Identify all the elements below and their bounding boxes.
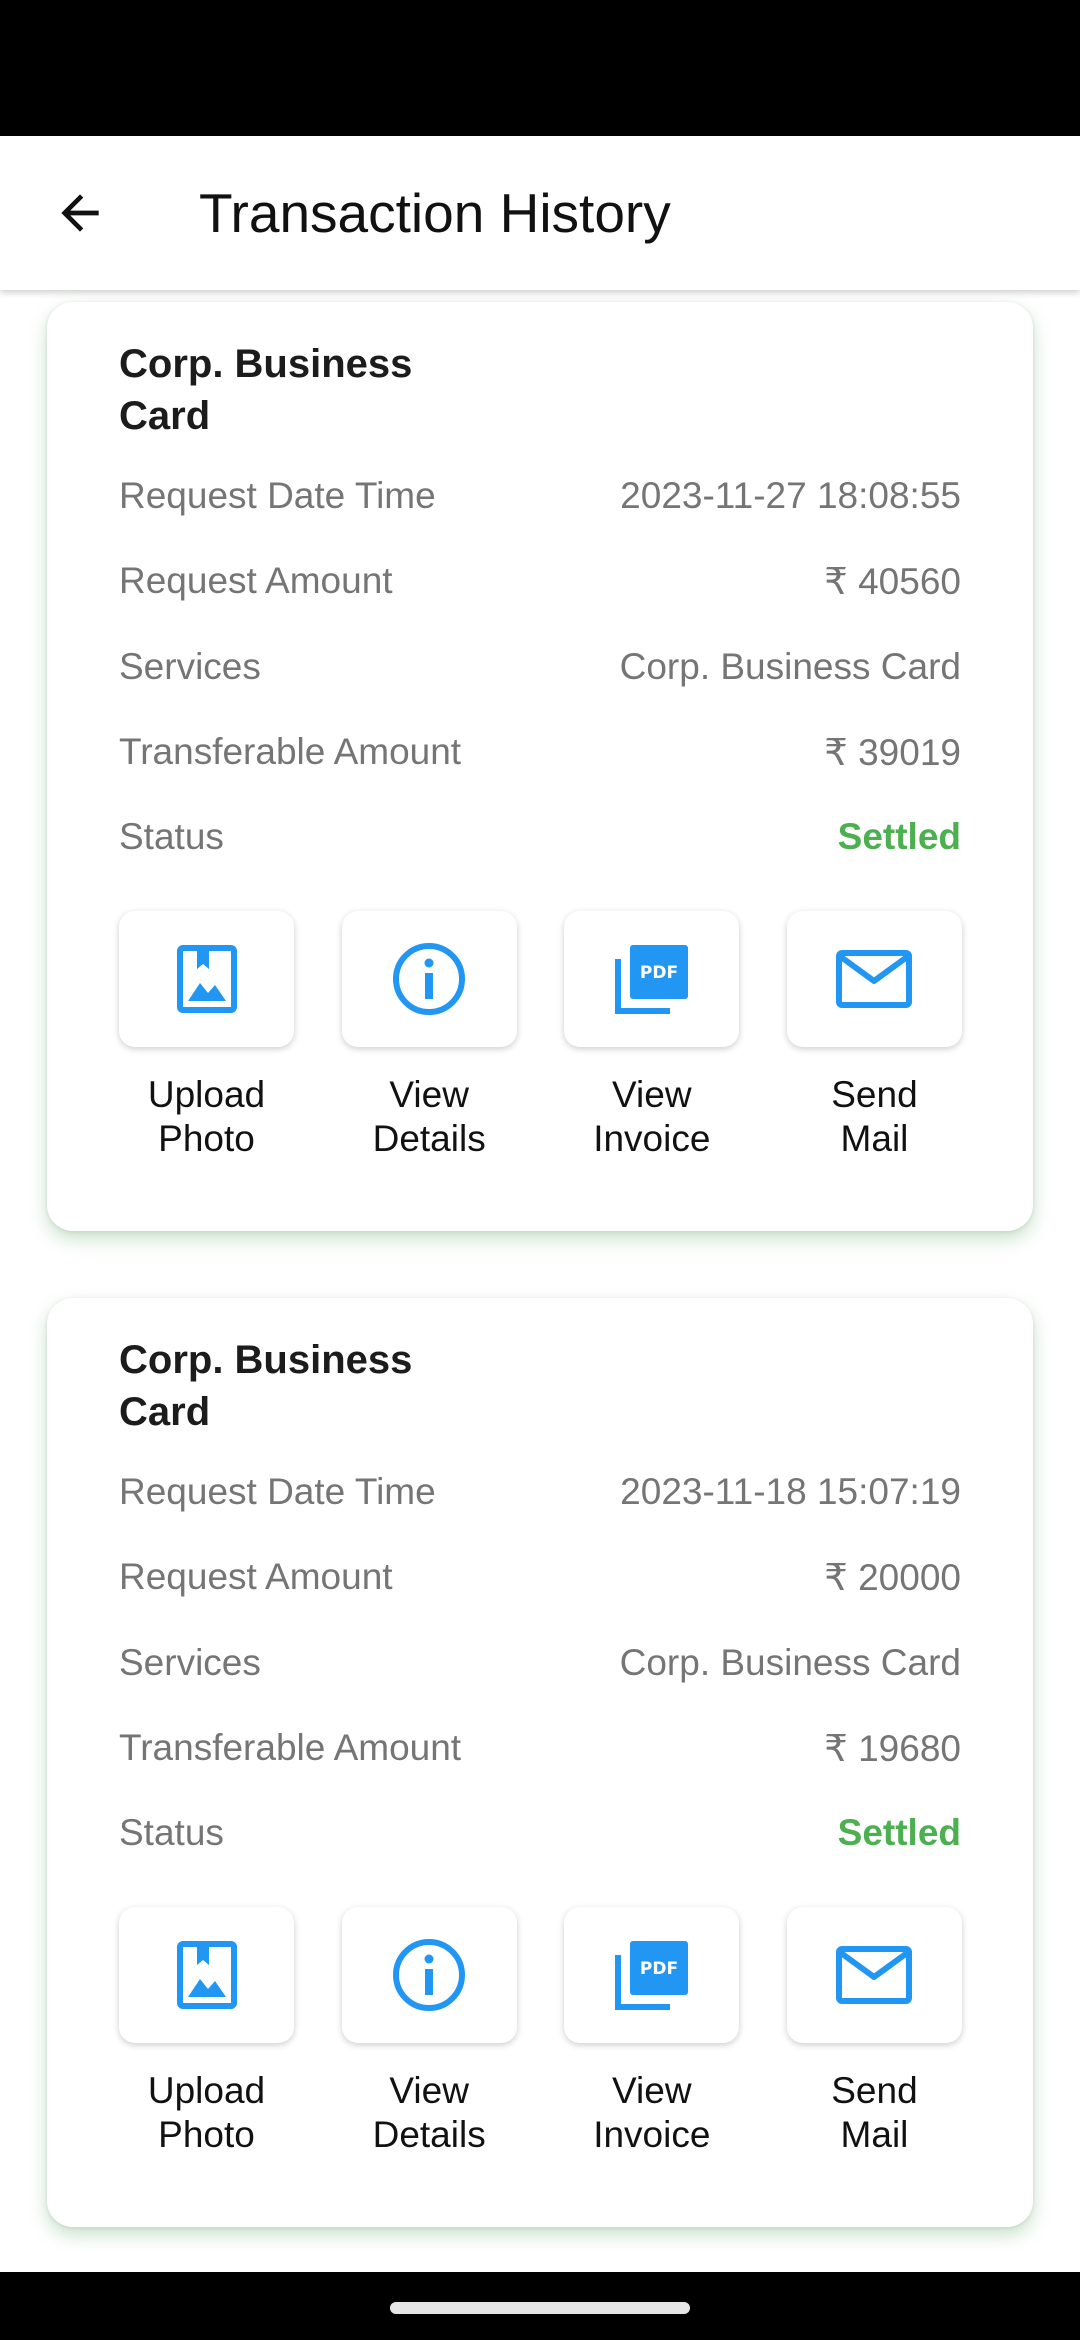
action-label: View Invoice [593,2070,711,2155]
view-invoice-button[interactable]: PDF View Invoice [564,911,740,1161]
action-row: Upload Photo View Details PDF View Invoi… [119,1907,962,2157]
row-label: Services [119,1642,261,1683]
view-invoice-button[interactable]: PDF View Invoice [564,1907,740,2157]
pdf-icon: PDF [614,1941,688,2010]
row-status: Status Settled [119,809,961,865]
transaction-card: Corp. Business Card Request Date Time 20… [47,302,1033,1231]
send-mail-tile[interactable] [786,1907,962,2043]
action-label: View Details [372,1074,486,1159]
photo-icon [176,945,237,1013]
status-bar [0,0,1080,136]
row-request-date-time: Request Date Time 2023-11-18 15:07:19 [119,1464,961,1520]
transaction-card: Corp. Business Card Request Date Time 20… [47,1298,1033,2227]
card-title: Corp. Business Card [119,342,413,438]
upload-photo-tile[interactable] [119,1907,294,2043]
row-request-amount: Request Amount ₹ 20000 [119,1549,961,1605]
row-label: Request Amount [119,560,393,601]
action-label: Send Mail [831,2070,918,2155]
view-details-button[interactable]: View Details [341,911,517,1161]
row-value: 2023-11-18 15:07:19 [620,1471,961,1512]
send-mail-button[interactable]: Send Mail [786,1907,962,2157]
app-bar: Transaction History [0,136,1080,290]
action-label: View Invoice [593,1074,711,1159]
navigation-bar [0,2272,1080,2340]
row-request-date-time: Request Date Time 2023-11-27 18:08:55 [119,468,961,524]
send-mail-tile[interactable] [786,911,962,1047]
view-details-tile[interactable] [341,911,517,1047]
action-label: View Details [372,2070,486,2155]
row-label: Request Date Time [119,1471,436,1512]
row-label: Status [119,816,224,857]
row-transferable-amount: Transferable Amount ₹ 39019 [119,724,961,780]
row-transferable-amount: Transferable Amount ₹ 19680 [119,1720,961,1776]
action-label: Upload Photo [147,2070,266,2155]
row-value: Corp. Business Card [619,1642,961,1683]
page-title: Transaction History [199,182,671,244]
row-value: ₹ 40560 [824,560,961,602]
status-badge: Settled [837,1812,961,1853]
svg-text:PDF: PDF [640,1959,678,1979]
view-details-tile[interactable] [341,1907,517,2043]
send-mail-button[interactable]: Send Mail [786,911,962,1161]
mail-icon [836,950,913,1008]
row-request-amount: Request Amount ₹ 40560 [119,553,961,609]
status-badge: Settled [837,816,961,857]
back-button[interactable] [40,173,120,253]
info-icon [393,1939,466,2011]
row-label: Request Amount [119,1556,393,1597]
card-title: Corp. Business Card [119,1338,413,1434]
pdf-icon: PDF [614,945,688,1014]
action-label: Upload Photo [147,1074,266,1159]
view-details-button[interactable]: View Details [341,1907,517,2157]
home-gesture-handle[interactable] [390,2302,690,2314]
row-services: Services Corp. Business Card [119,639,961,695]
photo-icon [176,1941,237,2009]
row-label: Transferable Amount [119,731,462,772]
row-label: Services [119,646,261,687]
transaction-list[interactable]: Corp. Business Card Request Date Time 20… [0,290,1080,2272]
row-value: ₹ 39019 [824,731,961,773]
mail-icon [836,1946,913,2004]
action-label: Send Mail [831,1074,918,1159]
view-invoice-tile[interactable]: PDF [564,1907,740,2043]
upload-photo-tile[interactable] [119,911,294,1047]
row-value: ₹ 20000 [824,1556,961,1598]
view-invoice-tile[interactable]: PDF [564,911,740,1047]
arrow-back-icon [61,194,99,232]
svg-text:PDF: PDF [640,963,678,983]
info-icon [393,943,466,1015]
upload-photo-button[interactable]: Upload Photo [119,1907,294,2157]
row-services: Services Corp. Business Card [119,1635,961,1691]
row-value: ₹ 19680 [824,1727,961,1769]
action-row: Upload Photo View Details PDF View Invoi… [119,911,962,1161]
upload-photo-button[interactable]: Upload Photo [119,911,294,1161]
row-label: Status [119,1812,224,1853]
row-label: Transferable Amount [119,1727,462,1768]
row-value: Corp. Business Card [619,646,961,687]
row-label: Request Date Time [119,475,436,516]
row-status: Status Settled [119,1805,961,1861]
row-value: 2023-11-27 18:08:55 [620,475,961,516]
